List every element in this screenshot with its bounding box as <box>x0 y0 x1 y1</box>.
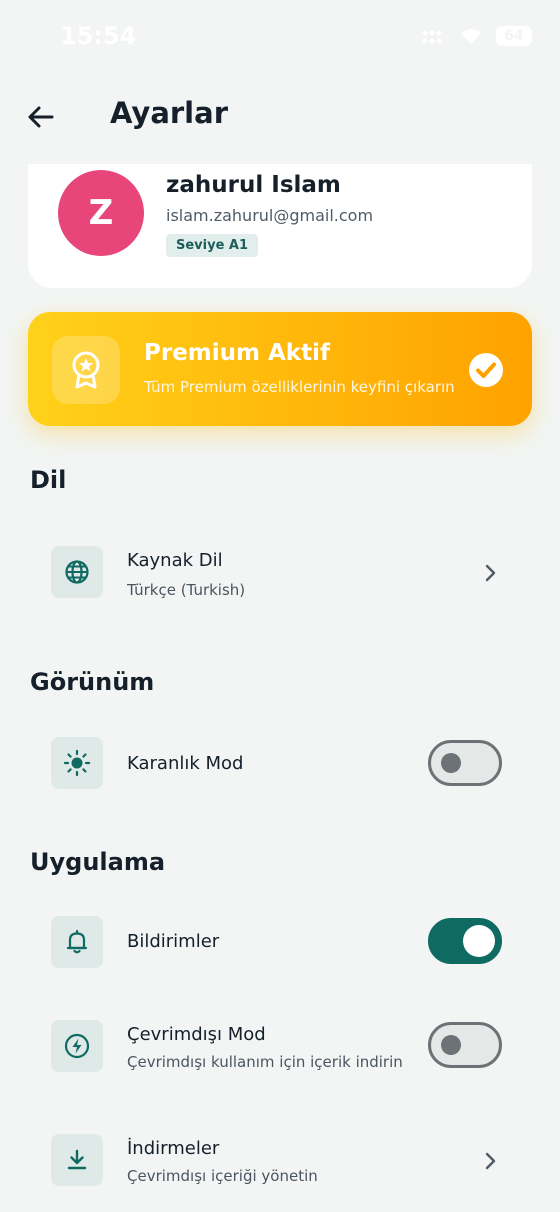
app-header: Ayarlar <box>0 76 560 164</box>
bell-icon <box>66 929 88 954</box>
dark-mode-title: Karanlık Mod <box>127 753 244 774</box>
notifications-toggle[interactable] <box>428 918 502 964</box>
downloads-subtitle: Çevrimdışı içeriği yönetin <box>127 1167 318 1185</box>
download-icon <box>67 1149 87 1170</box>
offline-mode-subtitle: Çevrimdışı kullanım için içerik indirin <box>127 1053 403 1071</box>
section-title-app: Uygulama <box>30 848 166 876</box>
settings-content[interactable]: Z zahurul Islam islam.zahurul@gmail.com … <box>0 164 560 1212</box>
premium-card[interactable]: Premium Aktif Tüm Premium özelliklerinin… <box>28 312 532 426</box>
section-title-language: Dil <box>30 466 67 494</box>
dark-mode-toggle[interactable] <box>428 740 502 786</box>
toggle-knob <box>463 925 495 957</box>
profile-email: islam.zahurul@gmail.com <box>166 206 374 225</box>
toggle-knob <box>441 753 461 773</box>
battery-indicator: 64 <box>496 26 532 46</box>
profile-card[interactable]: Z zahurul Islam islam.zahurul@gmail.com … <box>28 164 532 288</box>
source-language-value: Türkçe (Turkish) <box>127 581 246 599</box>
back-button[interactable] <box>24 100 58 134</box>
premium-subtitle: Tüm Premium özelliklerinin keyfini çıkar… <box>144 378 455 396</box>
page-title: Ayarlar <box>110 96 228 130</box>
offline-mode-icon-box <box>51 1020 103 1072</box>
section-title-appearance: Görünüm <box>30 668 155 696</box>
arrow-left-icon <box>28 106 54 128</box>
downloads-icon-box <box>51 1134 103 1186</box>
setting-row-dark-mode[interactable]: Karanlık Mod <box>0 718 560 814</box>
status-time: 15:54 <box>60 22 137 50</box>
setting-row-notifications[interactable]: Bildirimler <box>0 896 560 992</box>
premium-icon-box <box>52 336 120 404</box>
notifications-icon-box <box>51 916 103 968</box>
sun-icon <box>63 749 91 777</box>
chevron-right-icon <box>485 564 496 582</box>
wifi-icon <box>461 29 481 44</box>
premium-title: Premium Aktif <box>144 340 330 366</box>
check-circle-icon <box>469 353 503 387</box>
avatar: Z <box>58 170 144 256</box>
award-ribbon-icon <box>72 351 100 389</box>
setting-row-offline-mode[interactable]: Çevrimdışı Mod Çevrimdışı kullanım için … <box>0 1000 560 1096</box>
dark-mode-icon-box <box>51 737 103 789</box>
chevron-right-icon <box>485 1152 496 1170</box>
globe-icon <box>65 560 89 584</box>
profile-name: zahurul Islam <box>166 172 341 198</box>
setting-row-downloads[interactable]: İndirmeler Çevrimdışı içeriği yönetin <box>0 1114 560 1210</box>
source-language-icon-box <box>51 546 103 598</box>
offline-mode-title: Çevrimdışı Mod <box>127 1024 266 1045</box>
setting-row-source-language[interactable]: Kaynak Dil Türkçe (Turkish) <box>0 526 560 622</box>
source-language-title: Kaynak Dil <box>127 550 223 571</box>
toggle-knob <box>441 1035 461 1055</box>
level-badge: Seviye A1 <box>166 234 259 257</box>
status-icons: 64 <box>422 26 532 46</box>
notifications-title: Bildirimler <box>127 931 220 952</box>
downloads-title: İndirmeler <box>127 1138 220 1159</box>
status-bar: 15:54 64 <box>0 0 560 76</box>
bolt-circle-icon <box>64 1033 90 1059</box>
signal-icon <box>422 30 442 44</box>
offline-mode-toggle[interactable] <box>428 1022 502 1068</box>
